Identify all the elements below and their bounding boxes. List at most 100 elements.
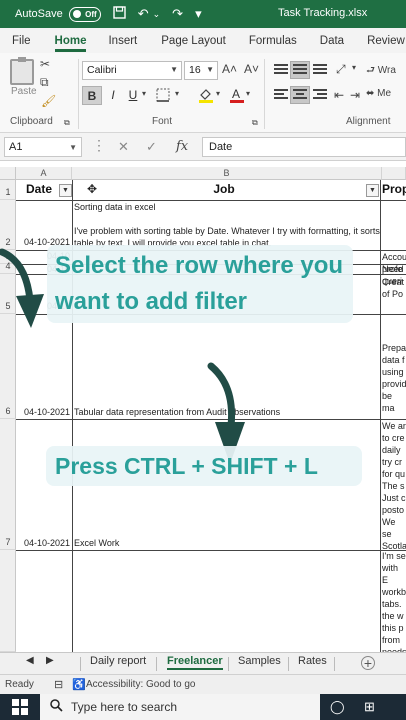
select-all-corner[interactable] (0, 167, 16, 180)
enter-icon[interactable]: ✓ (146, 139, 157, 155)
instruction-select-row: Select the row where you want to add fil… (47, 245, 353, 323)
cell-job[interactable]: Excel Work (74, 538, 380, 548)
row-header-7[interactable]: 7 (0, 419, 16, 550)
borders-icon[interactable] (156, 88, 170, 105)
accessibility-status[interactable]: Accessibility: Good to go (86, 679, 196, 690)
paste-icon[interactable] (10, 57, 34, 85)
align-center-icon[interactable] (290, 86, 310, 104)
cell-date[interactable]: 04-10-2021 (18, 538, 72, 548)
decrease-font-size-button[interactable]: A˅ (244, 62, 259, 76)
task-view-icon[interactable]: ◯ (330, 699, 345, 715)
more-options-icon[interactable]: ⋮ (92, 137, 106, 154)
macro-record-icon[interactable]: ⊟ (54, 678, 63, 691)
font-color-dropdown-icon[interactable]: ▾ (246, 89, 250, 98)
italic-button[interactable]: I (103, 86, 123, 105)
undo-icon[interactable]: ↶ (138, 6, 149, 22)
header-date[interactable]: Date (18, 180, 60, 200)
format-painter-icon[interactable]: 🖌 (41, 94, 56, 108)
next-sheet-icon[interactable]: ▶ (46, 655, 54, 666)
column-header-c[interactable] (382, 167, 406, 180)
row-header-8[interactable] (0, 550, 16, 652)
align-right-icon[interactable] (311, 87, 329, 103)
underline-dropdown-icon[interactable]: ▾ (142, 89, 146, 98)
tab-insert[interactable]: Insert (108, 35, 137, 47)
redo-icon[interactable]: ↷ (172, 6, 183, 22)
middle-align-icon[interactable] (290, 61, 310, 79)
windows-start-icon[interactable] (12, 699, 28, 715)
column-header-b[interactable]: B (72, 167, 382, 180)
font-launcher-icon[interactable]: ⧉ (252, 118, 258, 128)
underline-button[interactable]: U (123, 86, 143, 105)
bottom-align-icon[interactable] (311, 62, 329, 78)
chevron-down-icon: ▼ (170, 65, 178, 74)
status-bar: Ready ⊟ ♿ Accessibility: Good to go (0, 674, 406, 694)
filter-dropdown-job[interactable]: ▼ (366, 184, 379, 197)
taskbar-search-placeholder: Type here to search (71, 700, 178, 714)
tab-review[interactable]: Review (367, 35, 405, 47)
tab-page-layout[interactable]: Page Layout (161, 35, 226, 47)
cell-proposal[interactable]: Need (382, 264, 406, 274)
sheet-tab-daily-report[interactable]: Daily report (90, 655, 146, 667)
undo-dropdown-icon[interactable]: ⌄ (153, 9, 161, 20)
sheet-tab-rates[interactable]: Rates (298, 655, 327, 667)
column-header-a[interactable]: A (16, 167, 72, 180)
fill-color-dropdown-icon[interactable]: ▾ (216, 89, 220, 98)
top-align-icon[interactable] (272, 62, 290, 78)
fill-color-icon[interactable] (198, 87, 214, 106)
cut-icon[interactable]: ✂ (40, 57, 50, 71)
cell-job[interactable]: Sorting data in excel I've problem with … (74, 201, 380, 249)
align-left-icon[interactable] (272, 87, 290, 103)
paste-button-label[interactable]: Paste (11, 86, 37, 97)
sheet-tab-freelancer[interactable]: Freelancer (167, 655, 223, 670)
windows-taskbar: Type here to search ◯ ⊞ (0, 694, 406, 720)
increase-font-size-button[interactable]: A˄ (222, 62, 237, 76)
tab-home[interactable]: Home (54, 35, 87, 52)
bold-button[interactable]: B (82, 86, 102, 105)
insert-function-button[interactable]: fx (176, 139, 188, 154)
font-name-value: Calibri (87, 64, 117, 76)
filter-dropdown-date[interactable]: ▼ (59, 184, 72, 197)
document-title: Task Tracking.xlsx (278, 7, 368, 19)
font-color-icon[interactable]: A (230, 87, 244, 106)
increase-indent-icon[interactable]: ⇥ (350, 88, 360, 102)
font-name-select[interactable]: Calibri ▼ (82, 61, 182, 80)
cancel-icon[interactable]: ✕ (118, 139, 129, 155)
cell-proposal[interactable]: Creat of Po (382, 276, 406, 300)
accessibility-icon[interactable]: ♿ (72, 678, 86, 691)
decrease-indent-icon[interactable]: ⇤ (334, 88, 344, 102)
header-job[interactable]: Job (76, 180, 372, 200)
wrap-text-button[interactable]: ⮐ Wra (366, 63, 396, 80)
cell-proposal[interactable]: Prepa data f using provid be ma (382, 342, 406, 414)
curved-arrow-left-icon (0, 248, 44, 328)
prev-sheet-icon[interactable]: ◀ (26, 655, 34, 666)
add-sheet-button[interactable]: + (361, 656, 375, 670)
taskbar-search-box[interactable]: Type here to search (40, 694, 320, 720)
font-size-select[interactable]: 16 ▼ (184, 61, 218, 80)
tab-file[interactable]: File (12, 35, 31, 47)
cell-date[interactable]: 04-10-2021 (18, 407, 72, 417)
formula-input[interactable]: Date (202, 137, 406, 157)
font-group-label: Font (152, 116, 173, 127)
sheet-tab-samples[interactable]: Samples (238, 655, 281, 667)
row-header-1[interactable]: 1 (0, 180, 16, 200)
widgets-icon[interactable]: ⊞ (364, 699, 375, 715)
orientation-dropdown-icon[interactable]: ▾ (352, 63, 356, 72)
tab-formulas[interactable]: Formulas (249, 35, 297, 47)
cell-proposal[interactable]: I'm se with E workb tabs. the w this p f… (382, 550, 406, 652)
ribbon: Paste ✂ ⧉ 🖌 Clipboard ⧉ Calibri ▼ 16 ▼ A… (0, 53, 406, 133)
quick-access-dropdown-icon[interactable]: ▾ (195, 6, 202, 22)
clipboard-launcher-icon[interactable]: ⧉ (64, 118, 70, 128)
tab-data[interactable]: Data (320, 35, 344, 47)
title-bar: AutoSave Off ↶ ⌄ ↷ ▾ Task Tracking.xlsx (0, 0, 406, 28)
copy-icon[interactable]: ⧉ (40, 75, 49, 90)
alignment-group-label: Alignment (346, 116, 391, 127)
save-icon[interactable] (113, 6, 126, 22)
merge-center-button[interactable]: ⬌ Me (366, 88, 391, 99)
borders-dropdown-icon[interactable]: ▾ (175, 89, 179, 98)
header-proposal[interactable]: Prop (382, 180, 406, 200)
autosave-toggle[interactable]: Off (68, 6, 101, 22)
cell-proposal[interactable]: We ar to cre daily try cr for qu The s J… (382, 420, 406, 552)
name-box[interactable]: A1 ▼ (4, 137, 82, 157)
formula-bar: A1 ▼ ⋮ ✕ ✓ fx Date (0, 133, 406, 161)
orientation-icon[interactable]: ⤢ (336, 62, 346, 77)
